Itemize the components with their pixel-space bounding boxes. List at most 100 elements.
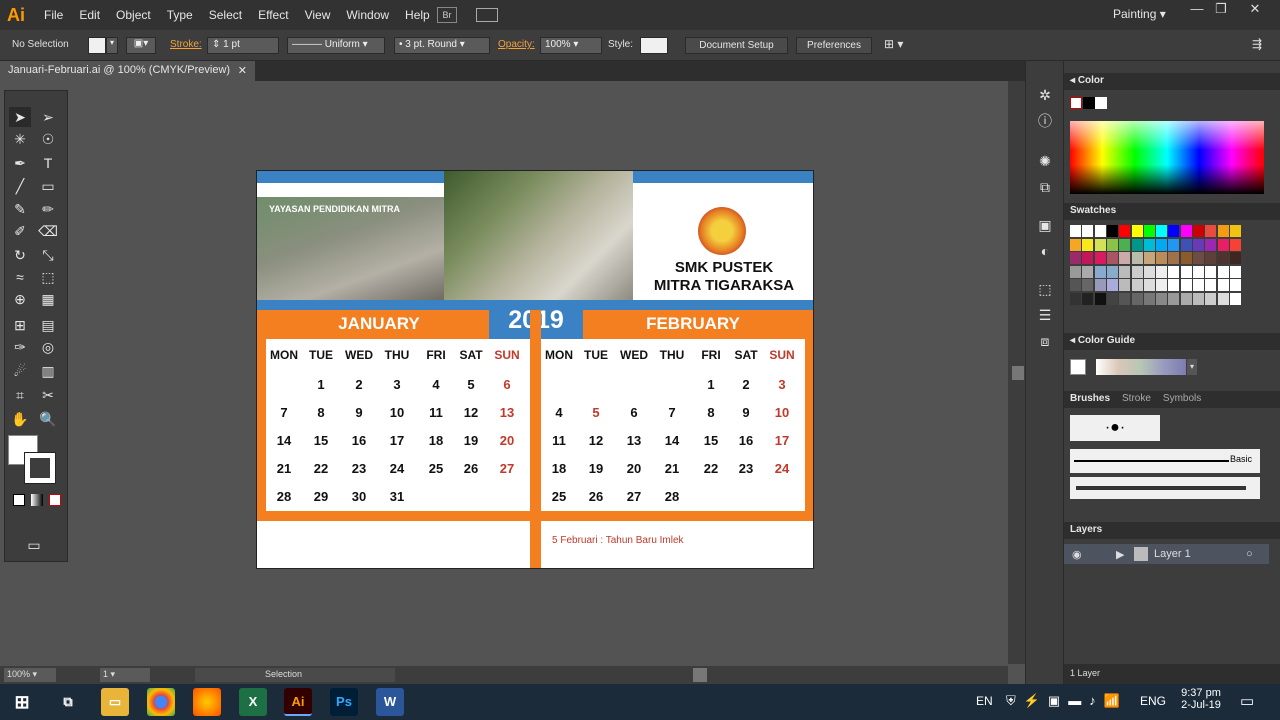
color-swatch[interactable]	[1180, 265, 1192, 278]
expand-layer-icon[interactable]: ▶	[1116, 548, 1124, 561]
swatches-panel-header[interactable]: Swatches	[1064, 203, 1280, 220]
free-transform-tool-icon[interactable]: ⬚	[37, 267, 59, 287]
stroke-weight-field[interactable]: ⇕ 1 pt	[207, 37, 279, 54]
color-swatch[interactable]	[1070, 279, 1081, 291]
color-swatch[interactable]	[1131, 225, 1143, 237]
color-swatch[interactable]	[1205, 238, 1217, 251]
transparency-panel-icon[interactable]: ◐	[1034, 241, 1056, 261]
color-swatch[interactable]	[1070, 252, 1081, 264]
language-indicator[interactable]: EN	[976, 694, 993, 708]
color-swatch[interactable]	[1217, 279, 1229, 291]
selection-tool-icon[interactable]: ➤	[9, 107, 31, 127]
artboard[interactable]: YAYASAN PENDIDIKAN MITRA SMK PUSTEK MITR…	[256, 170, 814, 569]
rotate-tool-icon[interactable]: ↻	[9, 245, 31, 265]
color-swatch[interactable]	[1143, 225, 1155, 237]
color-swatch[interactable]	[1094, 238, 1106, 251]
fill-dropdown[interactable]: ▾	[106, 37, 118, 54]
artboard-navigator[interactable]: 1 ▾	[100, 668, 150, 682]
color-swatch[interactable]	[1168, 238, 1180, 251]
color-swatch[interactable]	[1193, 265, 1204, 278]
arrange-documents-icon[interactable]	[476, 8, 498, 22]
width-tool-icon[interactable]: ≈	[9, 267, 31, 287]
rectangle-tool-icon[interactable]: ▭	[37, 176, 59, 196]
task-view-icon[interactable]: ⧉	[54, 688, 82, 716]
color-swatch[interactable]	[1106, 225, 1118, 237]
menu-window[interactable]: Window	[338, 0, 397, 30]
blob-brush-tool-icon[interactable]: ✐	[9, 221, 31, 241]
scale-tool-icon[interactable]: ⤡	[37, 245, 59, 265]
color-swatch[interactable]	[1217, 238, 1229, 251]
color-swatch[interactable]	[1070, 238, 1081, 251]
color-swatch[interactable]	[1143, 252, 1155, 264]
pen-tool-icon[interactable]: ✒	[9, 153, 31, 173]
column-graph-tool-icon[interactable]: ▥	[37, 361, 59, 381]
word-icon[interactable]: W	[376, 688, 404, 716]
color-swatch[interactable]	[1205, 225, 1217, 237]
stroke-tab[interactable]: Stroke	[1122, 393, 1151, 406]
bridge-button[interactable]: Br	[437, 7, 457, 23]
color-swatch[interactable]	[1094, 265, 1106, 278]
gradient-mode-icon[interactable]	[31, 494, 43, 506]
symbol-sprayer-tool-icon[interactable]: ☄	[9, 361, 31, 381]
brush-tips[interactable]: ·●·	[1070, 415, 1160, 441]
stroke-color-box[interactable]	[24, 452, 56, 484]
opacity-label[interactable]: Opacity:	[498, 39, 535, 50]
type-tool-icon[interactable]: T	[37, 153, 59, 173]
color-swatch[interactable]	[1131, 279, 1143, 291]
color-swatch[interactable]	[1106, 292, 1118, 305]
menu-select[interactable]: Select	[201, 0, 250, 30]
color-swatch[interactable]	[1205, 292, 1217, 305]
color-swatch[interactable]	[1143, 238, 1155, 251]
color-swatch[interactable]	[1180, 252, 1192, 264]
color-swatch[interactable]	[1119, 265, 1131, 278]
color-swatch[interactable]	[1070, 225, 1081, 237]
color-mode-icon[interactable]	[13, 494, 25, 506]
workspace-switcher[interactable]: Painting ▾	[1113, 7, 1166, 21]
align-panel-icon[interactable]: ☰	[1034, 305, 1056, 325]
appearance-panel-icon[interactable]: ✺	[1034, 151, 1056, 171]
document-tab[interactable]: Januari-Februari.ai @ 100% (CMYK/Preview…	[0, 61, 255, 81]
illustrator-taskbar-icon[interactable]: Ai	[284, 688, 312, 716]
guide-base-color[interactable]	[1070, 359, 1086, 375]
color-swatch[interactable]	[1094, 279, 1106, 291]
excel-icon[interactable]: X	[239, 688, 267, 716]
brush-panel-icon[interactable]: ✲	[1034, 85, 1056, 105]
gradient-tool-icon[interactable]: ▤	[37, 315, 59, 335]
color-swatch[interactable]	[1106, 238, 1118, 251]
color-swatch[interactable]	[1229, 265, 1241, 278]
info-panel-icon[interactable]: ⓘ	[1034, 111, 1056, 131]
line-tool-icon[interactable]: ╱	[9, 176, 31, 196]
color-swatch[interactable]	[1180, 292, 1192, 305]
color-swatch[interactable]	[1229, 292, 1241, 305]
tray-icons[interactable]: ⛨⚡▣▬♪📶	[1006, 693, 1128, 709]
color-swatch[interactable]	[1168, 265, 1180, 278]
gradient-panel-icon[interactable]: ▣	[1034, 215, 1056, 235]
zoom-tool-icon[interactable]: 🔍	[37, 409, 59, 429]
graphic-styles-icon[interactable]: ⧉	[1034, 177, 1056, 197]
color-swatch[interactable]	[1229, 252, 1241, 264]
color-guide-panel-header[interactable]: ◂ Color Guide	[1064, 333, 1280, 350]
stroke-label[interactable]: Stroke:	[170, 39, 202, 50]
zoom-field[interactable]: 100% ▾	[4, 668, 56, 682]
brushes-tab[interactable]: Brushes	[1070, 393, 1110, 406]
color-swatch[interactable]	[1217, 292, 1229, 305]
color-swatch[interactable]	[1143, 279, 1155, 291]
color-swatch[interactable]	[1217, 265, 1229, 278]
color-swatch[interactable]	[1229, 238, 1241, 251]
color-swatch[interactable]	[1156, 279, 1168, 291]
color-swatch[interactable]	[1094, 292, 1106, 305]
color-swatch[interactable]	[1156, 265, 1168, 278]
paintbrush-tool-icon[interactable]: ✎	[9, 199, 31, 219]
stroke-swatch[interactable]: ▣▾	[126, 37, 156, 54]
brush-definition[interactable]: • 3 pt. Round ▾	[394, 37, 490, 54]
color-swatch[interactable]	[1082, 225, 1094, 237]
color-swatch[interactable]	[1082, 279, 1094, 291]
menu-object[interactable]: Object	[108, 0, 159, 30]
pencil-tool-icon[interactable]: ✏	[37, 199, 59, 219]
preferences-button[interactable]: Preferences	[796, 37, 872, 54]
color-swatch[interactable]	[1180, 238, 1192, 251]
fill-swatch[interactable]	[88, 37, 106, 54]
opacity-field[interactable]: 100% ▾	[540, 37, 602, 54]
input-method[interactable]: ENG	[1140, 694, 1166, 708]
perspective-grid-tool-icon[interactable]: ▦	[37, 289, 59, 309]
